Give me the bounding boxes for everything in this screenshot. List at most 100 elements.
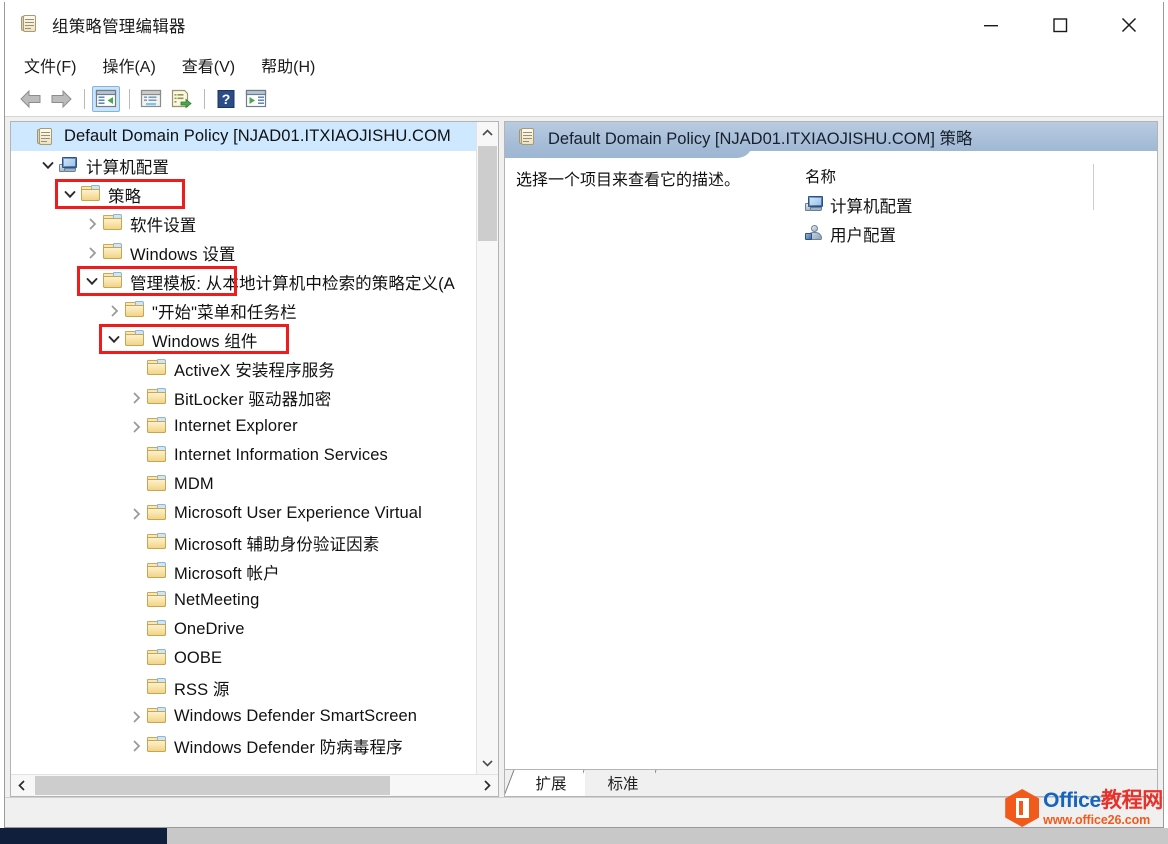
scroll-left-button[interactable]: [11, 775, 33, 796]
chevron-down-icon[interactable]: [59, 180, 81, 209]
export-list-button[interactable]: [167, 86, 195, 112]
tree-item[interactable]: OneDrive: [11, 615, 476, 644]
forward-arrow-icon: [51, 89, 72, 108]
tree-vertical-scrollbar[interactable]: [476, 122, 498, 774]
list-item[interactable]: 计算机配置: [805, 190, 1157, 219]
properties-button[interactable]: [137, 86, 165, 112]
chevron-right-icon[interactable]: [125, 412, 147, 441]
tree-item[interactable]: Microsoft User Experience Virtual: [11, 499, 476, 528]
policy-scroll-icon: [21, 14, 41, 36]
chevron-left-icon: [18, 780, 25, 791]
tab-standard-label: 标准: [607, 776, 639, 793]
tree-item-label: Microsoft 辅助身份验证因素: [174, 535, 380, 554]
tree-item[interactable]: Windows 组件: [11, 325, 476, 354]
tree-list[interactable]: Default Domain Policy [NJAD01.ITXIAOJISH…: [11, 122, 476, 774]
column-separator[interactable]: [1093, 164, 1094, 210]
column-header-name[interactable]: 名称: [805, 162, 1157, 190]
chevron-right-icon[interactable]: [103, 296, 125, 325]
tree-item-label: Internet Information Services: [174, 446, 388, 464]
tree-item[interactable]: Internet Information Services: [11, 441, 476, 470]
chevron-right-icon[interactable]: [81, 209, 103, 238]
folder-icon: [147, 387, 167, 408]
folder-icon: [147, 619, 167, 640]
tree-item-label: ActiveX 安装程序服务: [174, 361, 335, 380]
tree-item[interactable]: MDM: [11, 470, 476, 499]
tree-item[interactable]: Default Domain Policy [NJAD01.ITXIAOJISH…: [11, 122, 476, 151]
tree-item[interactable]: Internet Explorer: [11, 412, 476, 441]
svg-text:?: ?: [222, 91, 231, 107]
folder-icon: [103, 242, 123, 263]
tree-item[interactable]: Windows Defender 防病毒程序: [11, 731, 476, 760]
close-button[interactable]: [1094, 2, 1163, 48]
tab-extended[interactable]: 扩展: [505, 770, 585, 796]
scroll-thumb-horizontal[interactable]: [35, 776, 390, 795]
scroll-thumb[interactable]: [478, 146, 497, 241]
minimize-button[interactable]: [956, 2, 1025, 48]
list-item[interactable]: 用户配置: [805, 219, 1157, 248]
chevron-right-icon[interactable]: [81, 238, 103, 267]
screen-root: 组策略管理编辑器 文件(F) 操作(A) 查看(V) 帮助(H) ? Defau…: [0, 0, 1168, 844]
tree-item[interactable]: OOBE: [11, 644, 476, 673]
tab-standard[interactable]: 标准: [585, 770, 657, 796]
scroll-up-button[interactable]: [477, 122, 498, 144]
status-bar: [5, 797, 1163, 827]
tree-item[interactable]: Microsoft 辅助身份验证因素: [11, 528, 476, 557]
chevron-right-icon[interactable]: [125, 702, 147, 731]
policy-scroll-icon: [519, 127, 537, 147]
list-item-label: 用户配置: [830, 226, 896, 245]
tree-horizontal-scrollbar[interactable]: [11, 774, 498, 796]
folder-icon: [103, 213, 123, 234]
chevron-right-icon[interactable]: [125, 499, 147, 528]
scroll-down-button[interactable]: [477, 752, 498, 774]
maximize-button[interactable]: [1025, 2, 1094, 48]
tree-item[interactable]: RSS 源: [11, 673, 476, 702]
tree-item[interactable]: 策略: [11, 180, 476, 209]
tree-item[interactable]: 管理模板: 从本地计算机中检索的策略定义(A: [11, 267, 476, 296]
tree-item[interactable]: 软件设置: [11, 209, 476, 238]
tree-item-label: Windows 设置: [130, 245, 236, 264]
tree-item[interactable]: Windows 设置: [11, 238, 476, 267]
tree-item[interactable]: "开始"菜单和任务栏: [11, 296, 476, 325]
tree-item[interactable]: BitLocker 驱动器加密: [11, 383, 476, 412]
chevron-down-icon[interactable]: [81, 267, 103, 296]
tree-item[interactable]: Windows Defender SmartScreen: [11, 702, 476, 731]
tree-item-label: "开始"菜单和任务栏: [152, 303, 297, 322]
back-button[interactable]: [17, 86, 45, 112]
chevron-right-icon[interactable]: [125, 731, 147, 760]
chevron-right-icon[interactable]: [125, 383, 147, 412]
gpmc-window: 组策略管理编辑器 文件(F) 操作(A) 查看(V) 帮助(H) ? Defau…: [4, 2, 1164, 828]
tree-item[interactable]: Microsoft 帐户: [11, 557, 476, 586]
tab-edge-icon: [505, 770, 515, 796]
toolbar: ?: [5, 81, 1163, 117]
chevron-down-icon[interactable]: [37, 151, 59, 180]
maximize-icon: [1052, 18, 1067, 33]
menu-action[interactable]: 操作(A): [100, 51, 157, 79]
show-hide-tree-button[interactable]: [92, 85, 120, 112]
scroll-right-button[interactable]: [476, 775, 498, 796]
scroll-track[interactable]: [477, 144, 498, 752]
help-button[interactable]: ?: [212, 86, 240, 112]
tree-item[interactable]: 计算机配置: [11, 151, 476, 180]
menu-file[interactable]: 文件(F): [22, 51, 78, 79]
menu-view[interactable]: 查看(V): [180, 51, 237, 79]
tree-item-label: 管理模板: 从本地计算机中检索的策略定义(A: [130, 274, 455, 293]
tree-item[interactable]: ActiveX 安装程序服务: [11, 354, 476, 383]
tree-item-label: Microsoft 帐户: [174, 564, 280, 583]
show-action-pane-button[interactable]: [242, 86, 270, 112]
watermark-brand-cn: 教程网: [1100, 788, 1163, 812]
folder-icon: [147, 677, 167, 698]
forward-button[interactable]: [47, 86, 75, 112]
minimize-icon: [983, 25, 998, 27]
chevron-down-icon[interactable]: [103, 325, 125, 354]
tree-item-label: 软件设置: [130, 216, 197, 235]
tree-item-label: OneDrive: [174, 620, 245, 638]
user-icon: [805, 224, 825, 244]
menu-help[interactable]: 帮助(H): [259, 51, 317, 79]
scroll-track-horizontal[interactable]: [33, 775, 476, 796]
tree-item[interactable]: NetMeeting: [11, 586, 476, 615]
